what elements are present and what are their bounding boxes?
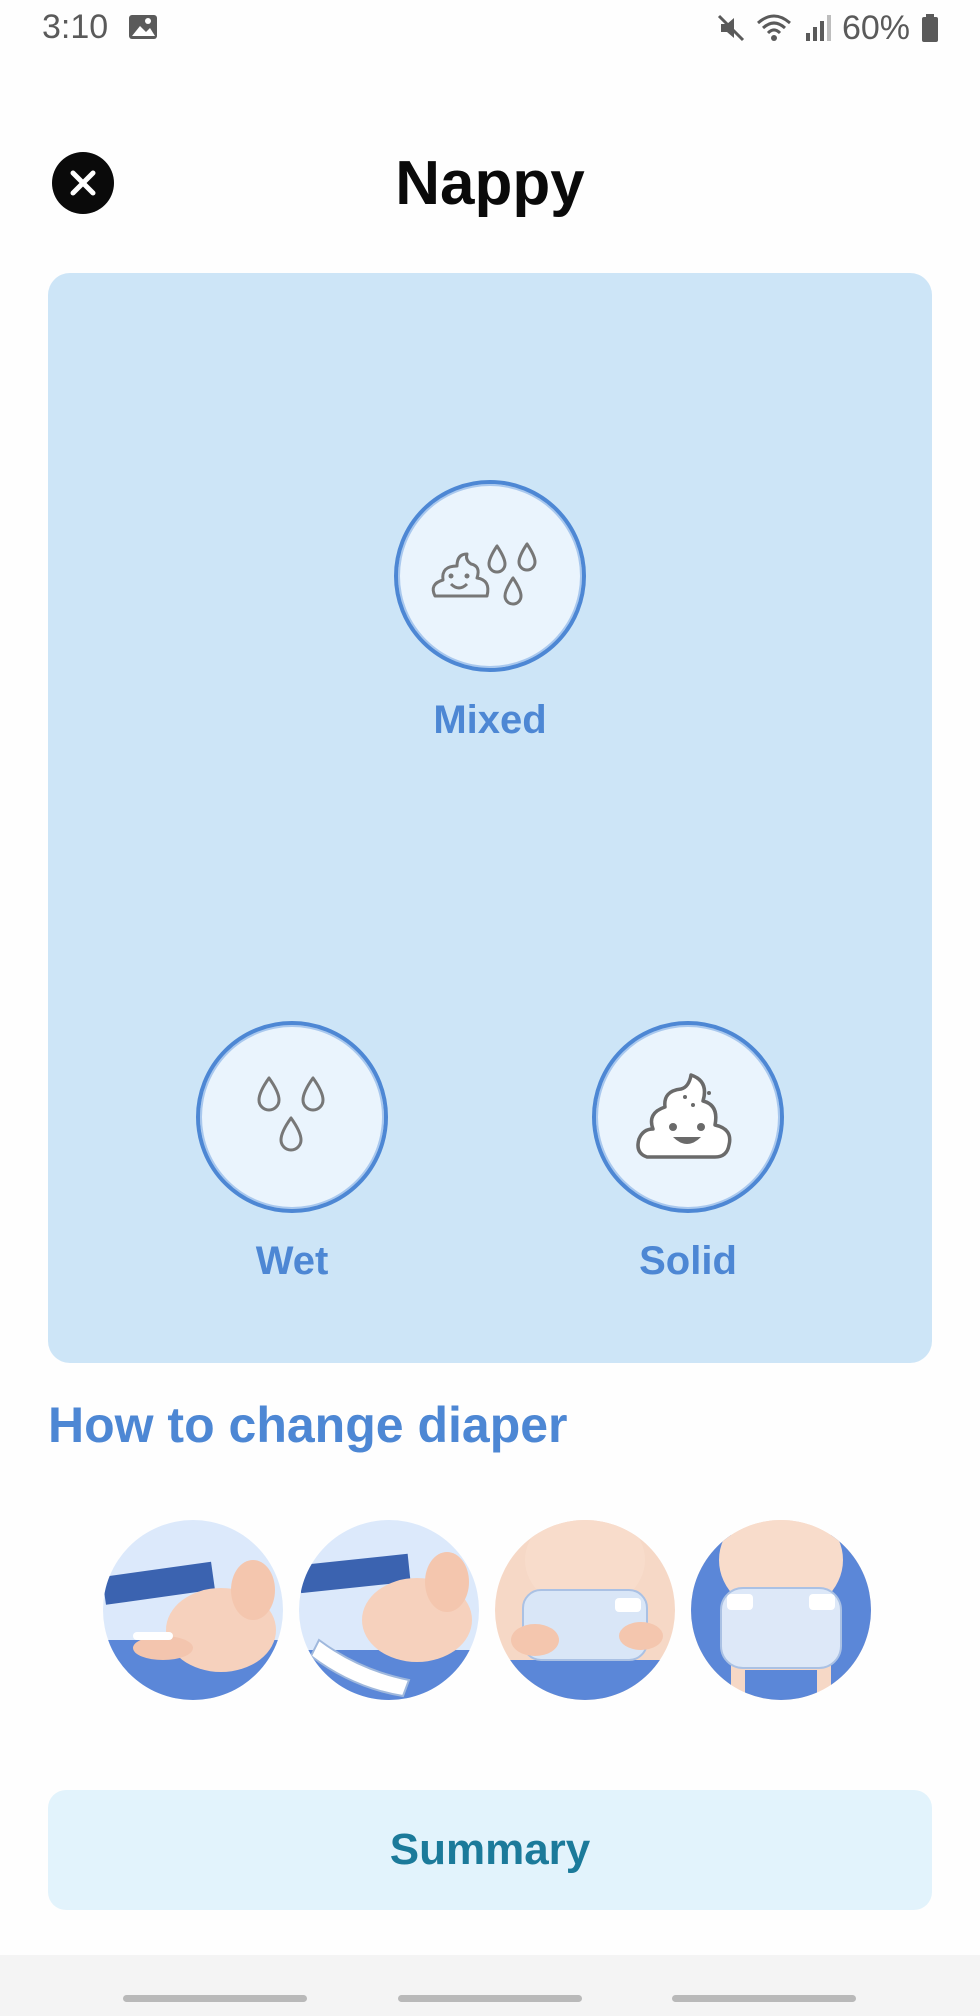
option-mixed[interactable]: Mixed bbox=[390, 480, 590, 743]
nav-recents-button[interactable] bbox=[123, 1995, 307, 2002]
option-solid-label: Solid bbox=[639, 1239, 737, 1283]
option-solid-circle[interactable] bbox=[592, 1021, 784, 1213]
option-mixed-label: Mixed bbox=[433, 698, 547, 742]
poop-icon bbox=[636, 1073, 732, 1159]
howto-title: How to change diaper bbox=[48, 1397, 568, 1453]
option-mixed-circle[interactable] bbox=[394, 480, 586, 672]
option-wet[interactable]: Wet bbox=[192, 1021, 392, 1284]
signal-icon bbox=[805, 15, 831, 41]
gallery-icon bbox=[129, 15, 157, 39]
status-bar: 3:10 60% bbox=[0, 0, 980, 60]
summary-label: Summary bbox=[389, 1825, 591, 1874]
step-3-image[interactable] bbox=[495, 1520, 675, 1700]
step-2-image[interactable] bbox=[299, 1520, 479, 1700]
page-title: Nappy bbox=[395, 149, 585, 218]
wifi-icon bbox=[756, 14, 791, 41]
option-wet-circle[interactable] bbox=[196, 1021, 388, 1213]
step-4-image[interactable] bbox=[691, 1520, 871, 1700]
mute-icon bbox=[717, 14, 744, 42]
summary-button[interactable]: Summary bbox=[48, 1790, 932, 1910]
mixed-icon bbox=[431, 542, 537, 606]
howto-steps bbox=[103, 1520, 871, 1700]
status-time: 3:10 bbox=[42, 8, 109, 46]
nav-back-button[interactable] bbox=[672, 1995, 856, 2002]
step-1-image[interactable] bbox=[103, 1520, 283, 1700]
drops-icon bbox=[257, 1076, 325, 1152]
battery-icon bbox=[922, 14, 938, 42]
nav-home-button[interactable] bbox=[398, 1995, 582, 2002]
status-right: 60% bbox=[716, 8, 940, 48]
battery-percent: 60% bbox=[841, 8, 910, 47]
system-nav-bar bbox=[0, 1955, 980, 2016]
nappy-type-panel: Mixed Wet Solid bbox=[48, 273, 932, 1363]
option-solid[interactable]: Solid bbox=[588, 1021, 788, 1284]
option-wet-label: Wet bbox=[255, 1239, 329, 1283]
